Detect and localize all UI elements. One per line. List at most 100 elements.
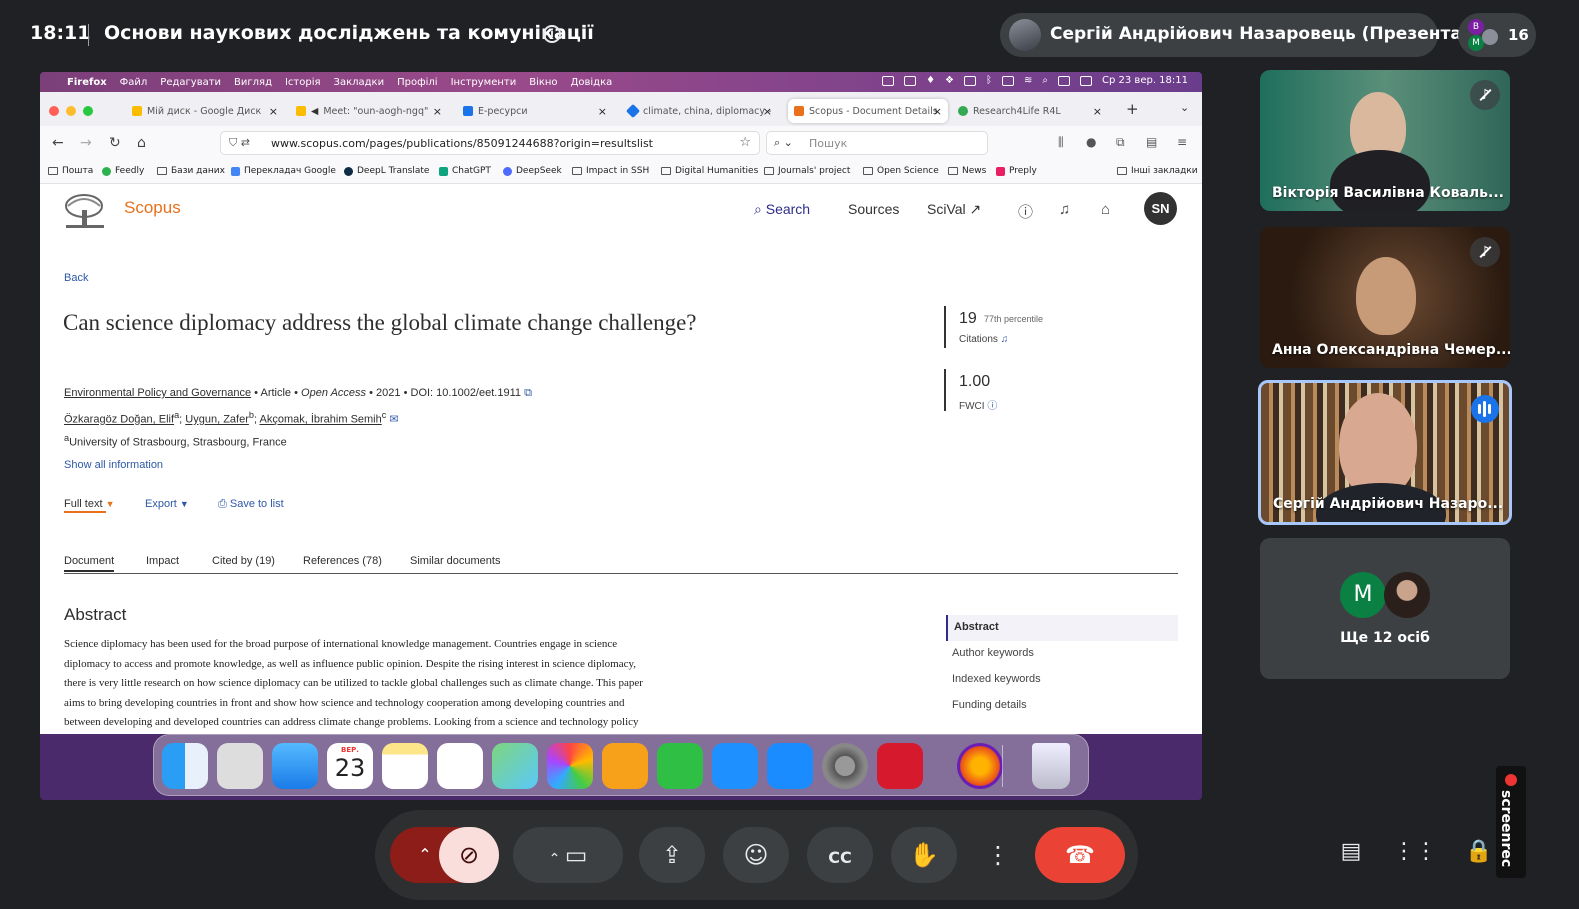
spotlight-icon[interactable]: ⌕ bbox=[1042, 75, 1048, 86]
full-text-dropdown[interactable]: Full text ▼ bbox=[64, 498, 115, 510]
wifi-icon[interactable]: ≋ bbox=[1024, 75, 1032, 86]
institution-icon[interactable]: ⌂ bbox=[1101, 201, 1110, 218]
participant-tile-3[interactable]: Сергій Андрійович Назаро... bbox=[1258, 380, 1512, 525]
nav-search[interactable]: ⌕ Search bbox=[754, 201, 810, 218]
chat-button[interactable]: ▤ bbox=[1327, 828, 1375, 876]
more-participants-tile[interactable]: M Ще 12 осіб bbox=[1260, 538, 1510, 679]
help-icon[interactable]: ⓘ bbox=[1018, 201, 1033, 222]
zoom-window-icon[interactable] bbox=[83, 106, 93, 116]
url-bar[interactable]: ⛉ ⇄ www.scopus.com/pages/publications/85… bbox=[220, 131, 760, 155]
library-icon[interactable]: ⫼ bbox=[1058, 135, 1064, 150]
outline-indexed-keywords[interactable]: Indexed keywords bbox=[946, 667, 1178, 693]
finder-icon[interactable] bbox=[162, 743, 208, 789]
back-link[interactable]: Back bbox=[64, 272, 88, 284]
trash-icon[interactable] bbox=[1032, 743, 1070, 789]
bookmark-google-translate[interactable]: Перекладач Google bbox=[231, 166, 336, 176]
menu-app[interactable]: Firefox bbox=[67, 77, 107, 88]
pages-icon[interactable] bbox=[602, 743, 648, 789]
copy-icon[interactable]: ⧉ bbox=[524, 387, 532, 399]
tab-references[interactable]: References (78) bbox=[303, 555, 382, 567]
bookmark-deepseek[interactable]: DeepSeek bbox=[503, 166, 562, 176]
author-1[interactable]: Özkaragöz Doğan, Elif bbox=[64, 414, 174, 426]
mail-icon[interactable] bbox=[272, 743, 318, 789]
firefox-icon[interactable] bbox=[957, 743, 1003, 789]
close-window-icon[interactable] bbox=[49, 106, 59, 116]
forward-arrow-icon[interactable]: → bbox=[80, 135, 92, 151]
more-options-button[interactable]: ⋮ bbox=[975, 827, 1021, 883]
tab-similar-documents[interactable]: Similar documents bbox=[410, 555, 500, 567]
bookmark-other[interactable]: Інші закладки bbox=[1117, 166, 1198, 176]
menu-bookmarks[interactable]: Закладки bbox=[334, 77, 385, 88]
leave-call-button[interactable]: ☎ bbox=[1035, 827, 1125, 883]
reactions-button[interactable]: ☺ bbox=[723, 827, 789, 883]
system-settings-icon[interactable] bbox=[822, 743, 868, 789]
launchpad-icon[interactable] bbox=[217, 743, 263, 789]
close-tab-icon[interactable]: × bbox=[763, 105, 772, 118]
back-arrow-icon[interactable]: ← bbox=[52, 135, 64, 151]
show-all-information-link[interactable]: Show all information bbox=[64, 459, 163, 471]
shield-icon[interactable]: ⛉ ⇄ bbox=[229, 136, 250, 150]
mendeley-icon[interactable] bbox=[877, 743, 923, 789]
screenrec-badge[interactable]: screenrec bbox=[1496, 766, 1526, 878]
status-icon-1[interactable] bbox=[882, 76, 895, 86]
nav-scival[interactable]: SciVal ↗ bbox=[927, 201, 981, 218]
menu-file[interactable]: Файл bbox=[120, 77, 148, 88]
puzzle-icon[interactable]: ⧉ bbox=[1116, 135, 1125, 150]
reminders-icon[interactable] bbox=[437, 743, 483, 789]
app-store-icon[interactable] bbox=[767, 743, 813, 789]
menu-tools[interactable]: Інструменти bbox=[451, 77, 517, 88]
tab-cited-by[interactable]: Cited by (19) bbox=[212, 555, 275, 567]
participant-tile-1[interactable]: ♪ Вікторія Василівна Коваль... bbox=[1260, 70, 1510, 211]
control-center-icon[interactable] bbox=[1080, 76, 1093, 86]
tab-climate-search[interactable]: climate, china, diplomacy - × bbox=[625, 99, 778, 123]
bookmark-mail[interactable]: Пошта bbox=[48, 166, 93, 176]
bookmark-journals[interactable]: Journals' project bbox=[764, 166, 850, 176]
outline-author-keywords[interactable]: Author keywords bbox=[946, 641, 1178, 667]
status-icon-2[interactable] bbox=[904, 76, 917, 86]
participant-tile-2[interactable]: ♪ Анна Олександрівна Чемер... bbox=[1260, 227, 1510, 368]
close-tab-icon[interactable]: × bbox=[933, 105, 942, 118]
tab-e-resources[interactable]: E-ресурси × bbox=[463, 99, 613, 123]
menubar-clock[interactable]: Ср 23 вер. 18:11 bbox=[1102, 75, 1188, 86]
nav-sources[interactable]: Sources bbox=[848, 201, 899, 217]
close-tab-icon[interactable]: × bbox=[433, 105, 442, 118]
journal-link[interactable]: Environmental Policy and Governance bbox=[64, 387, 251, 399]
outline-funding-details[interactable]: Funding details bbox=[946, 693, 1178, 719]
present-button[interactable]: ⇪ bbox=[639, 827, 705, 883]
save-to-list-button[interactable]: ⎙ Save to list bbox=[218, 498, 284, 511]
close-tab-icon[interactable]: × bbox=[598, 105, 607, 118]
tab-scopus[interactable]: Scopus - Document Details × bbox=[788, 99, 948, 123]
activities-button[interactable]: ⋮⋮ bbox=[1391, 828, 1439, 876]
menu-help[interactable]: Довідка bbox=[571, 77, 613, 88]
bookmark-feedly[interactable]: Feedly bbox=[102, 166, 144, 176]
hamburger-menu-icon[interactable]: ≡ bbox=[1177, 135, 1187, 149]
tab-impact[interactable]: Impact bbox=[146, 555, 179, 567]
minimize-window-icon[interactable] bbox=[66, 106, 76, 116]
status-icon-3[interactable] bbox=[964, 76, 977, 86]
new-tab-icon[interactable]: + bbox=[1126, 100, 1139, 118]
info-icon[interactable]: i bbox=[543, 25, 561, 43]
menu-history[interactable]: Історія bbox=[285, 77, 321, 88]
mic-off-button[interactable]: ⊘ bbox=[439, 827, 499, 883]
tab-document[interactable]: Document bbox=[64, 555, 115, 572]
mic-status-icon[interactable]: ♦ bbox=[926, 75, 935, 86]
bell-icon[interactable]: ♫ bbox=[1001, 334, 1009, 345]
home-icon[interactable]: ⌂ bbox=[137, 135, 146, 151]
scopus-logo[interactable]: Scopus bbox=[124, 198, 181, 218]
bell-icon[interactable]: ♫ bbox=[1059, 201, 1070, 218]
menu-window[interactable]: Вікно bbox=[529, 77, 557, 88]
close-tab-icon[interactable]: × bbox=[269, 105, 278, 118]
info-icon[interactable]: ⓘ bbox=[987, 401, 997, 412]
bookmark-open-science[interactable]: Open Science bbox=[863, 166, 939, 176]
menu-edit[interactable]: Редагувати bbox=[160, 77, 221, 88]
tab-research4life[interactable]: Research4Life R4L × bbox=[958, 99, 1108, 123]
menu-profiles[interactable]: Профілі bbox=[397, 77, 437, 88]
author-2[interactable]: Uygun, Zafer bbox=[185, 414, 249, 426]
photos-icon[interactable] bbox=[547, 743, 593, 789]
battery-icon[interactable] bbox=[1002, 76, 1015, 86]
tab-meet[interactable]: ◀ Meet: "oun-aogh-ngq" × bbox=[296, 99, 448, 123]
bookmark-preply[interactable]: Preply bbox=[996, 166, 1037, 176]
camera-button[interactable]: ⌃ ▭ bbox=[513, 827, 623, 883]
presenter-pill[interactable]: Сергій Андрійович Назаровець (Презентаці… bbox=[1000, 13, 1499, 57]
menu-view[interactable]: Вигляд bbox=[234, 77, 272, 88]
